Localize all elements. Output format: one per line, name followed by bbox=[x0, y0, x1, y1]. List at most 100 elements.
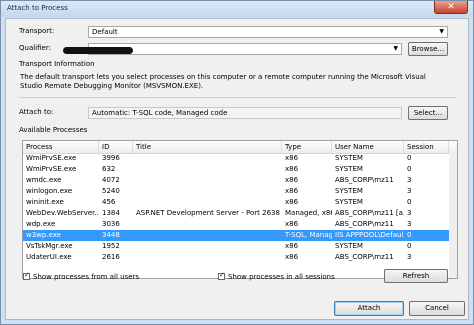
cell-process: UdaterUI.exe bbox=[26, 253, 72, 261]
process-row[interactable]: w3wp.exe 3448 T-SQL, Manag...IIS APPPOOL\D… bbox=[23, 230, 457, 241]
cell-title bbox=[133, 241, 282, 252]
attach-to-value: Automatic: T-SQL code, Managed code bbox=[92, 109, 228, 117]
cell-type: x86 bbox=[285, 220, 299, 228]
attach-to-label: Attach to: bbox=[19, 108, 54, 116]
cell-user-name: SYSTEM bbox=[335, 165, 363, 173]
show-all-users-label: Show processes from all users bbox=[33, 273, 140, 281]
column-id[interactable]: ID bbox=[99, 141, 133, 153]
cell-title bbox=[133, 175, 282, 186]
cell-type: x86 bbox=[285, 253, 299, 261]
cell-user-name: SYSTEM bbox=[335, 154, 363, 162]
cell-session: 3 bbox=[407, 209, 412, 217]
cell-session: 3 bbox=[407, 253, 412, 261]
qualifier-input[interactable]: ▼ bbox=[88, 43, 402, 55]
transport-select[interactable]: Default ▼ bbox=[88, 26, 448, 38]
cell-id: 632 bbox=[102, 165, 116, 173]
cell-process: WebDev.WebServer... bbox=[26, 209, 99, 217]
qualifier-label: Qualifier: bbox=[19, 44, 51, 52]
show-all-users-checkbox[interactable] bbox=[23, 271, 30, 280]
cell-title: ASP.NET Development Server - Port 2638 bbox=[136, 209, 280, 217]
cell-type: x86 bbox=[285, 165, 299, 173]
cell-type: x86 bbox=[285, 176, 299, 184]
vertical-scrollbar[interactable] bbox=[449, 153, 457, 278]
dialog-body: Transport: Default ▼ Qualifier: ▼ Browse… bbox=[5, 18, 469, 320]
cell-process: w3wp.exe bbox=[26, 231, 61, 239]
column-title[interactable]: Title bbox=[133, 141, 282, 153]
cell-session: 0 bbox=[407, 165, 412, 173]
cell-user-name: ABS_CORP\mz11 bbox=[335, 176, 394, 184]
select-button[interactable]: Select... bbox=[408, 106, 448, 120]
cancel-button[interactable]: Cancel bbox=[409, 301, 465, 316]
column-user-name[interactable]: User Name bbox=[332, 141, 404, 153]
cell-title bbox=[133, 164, 282, 175]
cell-session: 0 bbox=[407, 242, 412, 250]
process-row[interactable]: UdaterUI.exe 2616 x86 ABS_CORP\mz11 3 bbox=[23, 252, 457, 263]
divider bbox=[19, 97, 457, 98]
cell-id: 3036 bbox=[102, 220, 120, 228]
cell-user-name: SYSTEM bbox=[335, 198, 363, 206]
process-row[interactable]: wmdc.exe 4072 x86 ABS_CORP\mz11 3 bbox=[23, 175, 457, 186]
cell-type: x86 bbox=[285, 242, 299, 250]
cell-process: wdp.exe bbox=[26, 220, 56, 228]
refresh-button[interactable]: Refresh bbox=[384, 269, 448, 283]
cell-user-name: SYSTEM bbox=[335, 187, 363, 195]
cell-process: WmiPrvSE.exe bbox=[26, 154, 77, 162]
cell-session: 3 bbox=[407, 220, 412, 228]
chevron-down-icon: ▼ bbox=[393, 45, 398, 52]
cell-process: VsTskMgr.exe bbox=[26, 242, 73, 250]
cell-id: 3996 bbox=[102, 154, 120, 162]
column-process[interactable]: Process bbox=[23, 141, 99, 153]
cell-session: 0 bbox=[407, 198, 412, 206]
cell-type: x86 bbox=[285, 198, 299, 206]
cell-id: 1384 bbox=[102, 209, 120, 217]
chevron-down-icon: ▼ bbox=[439, 28, 444, 35]
show-all-sessions-checkbox[interactable] bbox=[218, 271, 225, 280]
cell-user-name: SYSTEM bbox=[335, 242, 363, 250]
process-row[interactable]: winlogon.exe 5240 x86 SYSTEM 3 bbox=[23, 186, 457, 197]
available-processes-header: Available Processes bbox=[19, 126, 88, 134]
process-row[interactable]: WebDev.WebServer... 1384 ASP.NET Developme… bbox=[23, 208, 457, 219]
cell-type: T-SQL, Manag... bbox=[285, 231, 332, 239]
cell-user-name: ABS_CORP\mz11 [a... bbox=[335, 209, 404, 217]
cell-process: WmiPrvSE.exe bbox=[26, 165, 77, 173]
cell-session: 0 bbox=[407, 231, 412, 239]
column-session[interactable]: Session bbox=[404, 141, 449, 153]
cell-session: 0 bbox=[407, 154, 412, 162]
cell-type: x86 bbox=[285, 187, 299, 195]
transport-info-header: Transport Information bbox=[19, 60, 95, 68]
cell-user-name: ABS_CORP\mz11 bbox=[335, 220, 394, 228]
cell-type: Managed, x86 bbox=[285, 209, 332, 217]
window-title: Attach to Process bbox=[7, 4, 68, 12]
cell-process: winlogon.exe bbox=[26, 187, 73, 195]
transport-value: Default bbox=[92, 28, 118, 36]
title-bar[interactable]: Attach to Process ✕ bbox=[1, 1, 473, 17]
close-button[interactable]: ✕ bbox=[434, 1, 468, 14]
cell-id: 3448 bbox=[102, 231, 120, 239]
browse-button[interactable]: Browse... bbox=[408, 42, 448, 56]
process-row[interactable]: WmiPrvSE.exe 632 x86 SYSTEM 0 bbox=[23, 164, 457, 175]
cell-user-name: IIS APPPOOL\Defaul... bbox=[335, 231, 404, 239]
process-row[interactable]: wininit.exe 456 x86 SYSTEM 0 bbox=[23, 197, 457, 208]
attach-button[interactable]: Attach bbox=[334, 301, 404, 316]
cell-title bbox=[133, 197, 282, 208]
cell-session: 3 bbox=[407, 176, 412, 184]
cell-id: 456 bbox=[102, 198, 116, 206]
show-all-sessions-label: Show processes in all sessions bbox=[228, 273, 335, 281]
cell-title bbox=[133, 153, 282, 164]
process-row[interactable]: wdp.exe 3036 x86 ABS_CORP\mz11 3 bbox=[23, 219, 457, 230]
cell-id: 1952 bbox=[102, 242, 120, 250]
column-type[interactable]: Type bbox=[282, 141, 332, 153]
cell-title bbox=[133, 186, 282, 197]
cell-process: wininit.exe bbox=[26, 198, 64, 206]
cell-title bbox=[133, 219, 282, 230]
process-row[interactable]: WmiPrvSE.exe 3996 x86 SYSTEM 0 bbox=[23, 153, 457, 164]
cell-type: x86 bbox=[285, 154, 299, 162]
process-list[interactable]: Process ID Title Type User Name Session … bbox=[22, 140, 458, 279]
attach-to-process-dialog: Attach to Process ✕ Transport: Default ▼… bbox=[0, 0, 474, 325]
cell-id: 5240 bbox=[102, 187, 120, 195]
redacted-qualifier bbox=[63, 47, 133, 54]
cell-title bbox=[133, 230, 282, 241]
process-row[interactable]: VsTskMgr.exe 1952 x86 SYSTEM 0 bbox=[23, 241, 457, 252]
cell-title bbox=[133, 252, 282, 263]
transport-info-text: The default transport lets you select pr… bbox=[20, 73, 426, 90]
